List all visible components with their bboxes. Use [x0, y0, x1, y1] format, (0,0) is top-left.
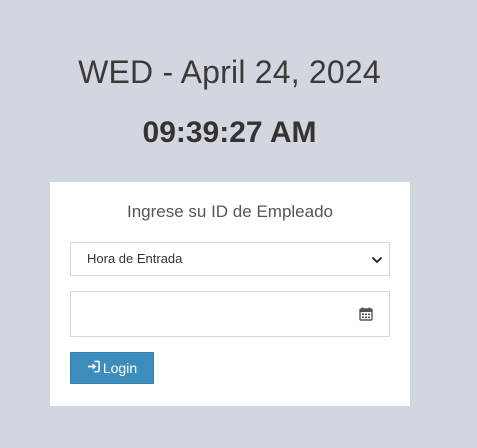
sign-in-icon	[87, 360, 100, 376]
attendance-type-select[interactable]: Hora de Entrada	[70, 242, 390, 276]
current-date: WED - April 24, 2024	[78, 54, 381, 90]
login-box: Ingrese su ID de Empleado Hora de Entrad…	[50, 182, 410, 406]
chevron-down-icon	[371, 253, 383, 265]
login-box-title: Ingrese su ID de Empleado	[126, 202, 333, 221]
attendance-type-selected-value: Hora de Entrada	[87, 251, 183, 266]
calendar-icon	[359, 307, 373, 321]
login-button[interactable]: Login	[70, 352, 154, 384]
login-button-label: Login	[102, 360, 138, 376]
employee-id-input[interactable]	[70, 291, 390, 337]
current-time: 09:39:27 AM	[142, 116, 317, 149]
